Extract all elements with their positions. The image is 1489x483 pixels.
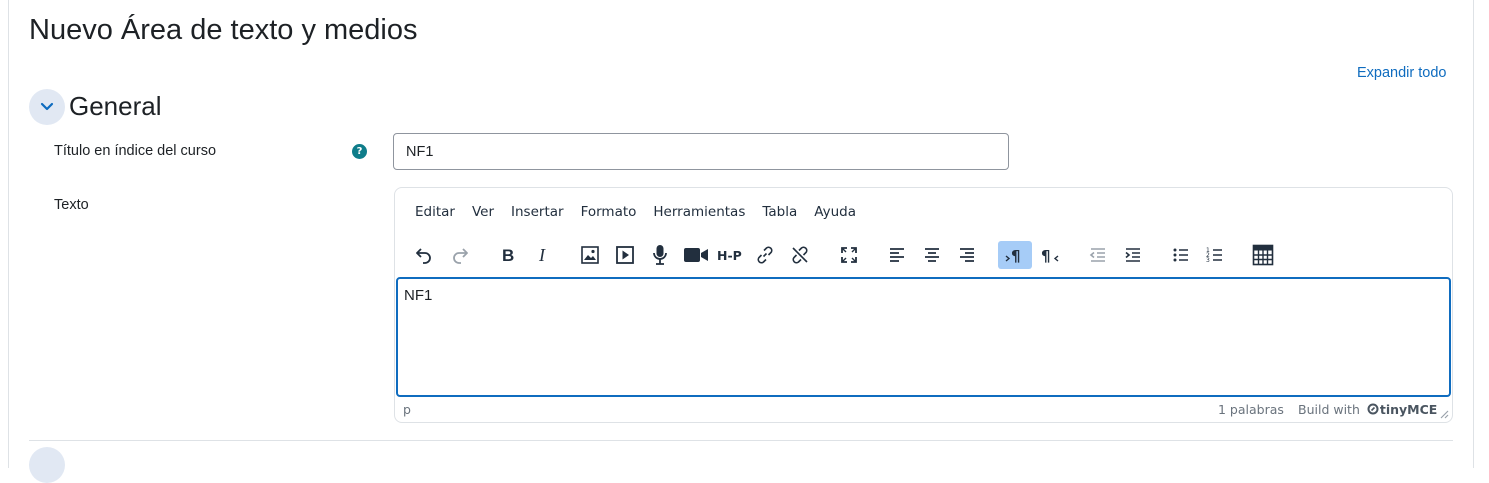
outdent-button[interactable] <box>1081 241 1115 269</box>
ltr-icon: ¶ <box>1005 247 1021 265</box>
unlink-button[interactable] <box>783 241 817 269</box>
media-button[interactable] <box>608 241 642 269</box>
svg-text:¶: ¶ <box>1011 247 1021 265</box>
section-toggle-button[interactable] <box>29 89 65 125</box>
image-button[interactable] <box>573 241 607 269</box>
tinymce-brand-link[interactable]: Build with tinyMCE <box>1298 402 1437 417</box>
unlink-icon <box>792 246 808 264</box>
menu-tabla[interactable]: Tabla <box>762 204 797 220</box>
editor-menubar: Editar Ver Insertar Formato Herramientas Tabl… <box>415 204 873 220</box>
image-icon <box>581 246 599 264</box>
h5p-icon: H-P <box>717 248 742 263</box>
word-count[interactable]: 1 palabras <box>1218 402 1284 417</box>
redo-icon <box>453 248 468 264</box>
undo-button[interactable] <box>407 241 441 269</box>
svg-text:¶: ¶ <box>1041 247 1051 265</box>
indent-button[interactable] <box>1116 241 1150 269</box>
resize-handle-icon[interactable] <box>1440 410 1449 419</box>
menu-ayuda[interactable]: Ayuda <box>814 204 856 220</box>
build-with-text: Build with <box>1298 402 1360 417</box>
link-button[interactable] <box>748 241 782 269</box>
record-audio-icon <box>653 245 667 265</box>
bullet-list-button[interactable] <box>1164 241 1198 269</box>
menu-herramientas[interactable]: Herramientas <box>653 204 745 220</box>
chevron-down-icon <box>40 102 54 111</box>
menu-editar[interactable]: Editar <box>415 204 455 220</box>
text-label: Texto <box>54 197 89 213</box>
record-audio-button[interactable] <box>643 241 677 269</box>
page-title: Nuevo Área de texto y medios <box>29 14 418 46</box>
record-video-icon <box>684 248 708 262</box>
bold-button[interactable]: B <box>491 241 525 269</box>
menu-formato[interactable]: Formato <box>581 204 637 220</box>
tinymce-logo-icon <box>1367 403 1379 415</box>
ltr-button[interactable]: ¶ <box>998 241 1032 269</box>
fullscreen-button[interactable] <box>832 241 866 269</box>
svg-text:I: I <box>538 245 546 265</box>
help-icon[interactable]: ? <box>352 144 367 159</box>
expand-all-link[interactable]: Expandir todo <box>1357 65 1446 81</box>
outdent-icon <box>1089 248 1105 262</box>
menu-ver[interactable]: Ver <box>472 204 494 220</box>
title-input[interactable] <box>393 133 1009 170</box>
italic-button[interactable]: I <box>526 241 560 269</box>
undo-icon <box>416 248 431 264</box>
section-title: General <box>69 91 162 121</box>
fullscreen-icon <box>841 247 857 263</box>
rich-text-editor: Editar Ver Insertar Formato Herramientas Tabl… <box>394 187 1453 423</box>
link-icon <box>757 246 773 264</box>
redo-button[interactable] <box>443 241 477 269</box>
bullet-list-icon <box>1173 248 1188 262</box>
svg-text:H-P: H-P <box>717 248 742 263</box>
align-left-icon <box>890 248 904 262</box>
rtl-icon: ¶ <box>1041 247 1059 265</box>
editor-statusbar: p 1 palabras Build with tinyMCE <box>395 398 1452 422</box>
table-button[interactable] <box>1246 241 1280 269</box>
align-right-button[interactable] <box>950 241 984 269</box>
align-right-icon <box>960 248 974 262</box>
numbered-list-button[interactable]: 123 <box>1198 241 1232 269</box>
h5p-button[interactable]: H-P <box>714 241 748 269</box>
bold-icon: B <box>502 246 514 265</box>
align-center-button[interactable] <box>915 241 949 269</box>
numbered-list-icon: 123 <box>1206 247 1222 264</box>
section-divider <box>29 440 1453 441</box>
record-video-button[interactable] <box>679 241 713 269</box>
editor-content-area[interactable]: NF1 <box>396 277 1451 397</box>
rtl-button[interactable]: ¶ <box>1033 241 1067 269</box>
svg-text:3: 3 <box>1206 257 1210 264</box>
svg-text:B: B <box>502 246 514 265</box>
align-center-icon <box>925 248 939 262</box>
table-icon <box>1252 244 1274 266</box>
menu-insertar[interactable]: Insertar <box>511 204 564 220</box>
element-path[interactable]: p <box>403 402 411 417</box>
media-icon <box>616 246 634 264</box>
next-section-toggle[interactable] <box>29 447 65 483</box>
indent-icon <box>1125 248 1140 262</box>
italic-icon: I <box>538 245 546 265</box>
tinymce-brand: tinyMCE <box>1379 402 1438 417</box>
align-left-button[interactable] <box>880 241 914 269</box>
title-label: Título en índice del curso <box>54 143 217 159</box>
